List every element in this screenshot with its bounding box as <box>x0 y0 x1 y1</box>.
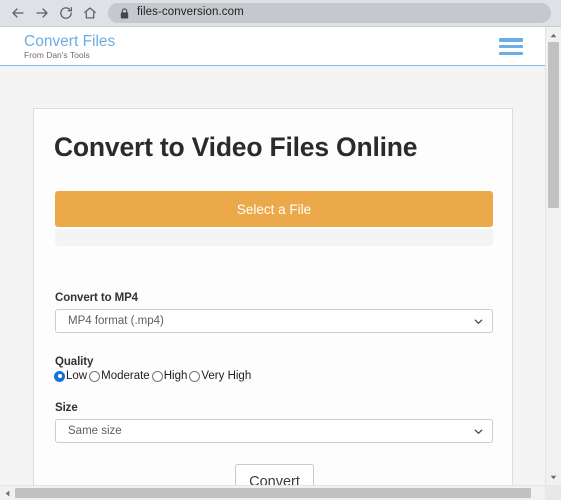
forward-arrow-icon <box>34 5 50 21</box>
quality-option-high[interactable]: High <box>151 370 188 382</box>
site-brand[interactable]: Convert Files From Dan's Tools <box>24 32 115 61</box>
forward-button[interactable] <box>30 1 54 25</box>
browser-window: files-conversion.com Convert Files From … <box>0 0 561 500</box>
horizontal-scrollbar-thumb[interactable] <box>15 488 531 498</box>
hamburger-bar <box>499 51 523 55</box>
format-select-value: MP4 format (.mp4) <box>68 315 164 327</box>
browser-toolbar: files-conversion.com <box>0 0 561 27</box>
hamburger-menu-icon[interactable] <box>499 38 523 55</box>
hamburger-bar <box>499 38 523 42</box>
selected-file-strip <box>55 229 493 246</box>
vertical-scrollbar[interactable] <box>545 27 561 485</box>
quality-option-label: High <box>163 370 188 382</box>
format-select[interactable]: MP4 format (.mp4) <box>55 309 493 333</box>
home-button[interactable] <box>78 1 102 25</box>
lock-icon <box>118 7 130 20</box>
quality-radio-group: Low Moderate High Very High <box>54 370 253 382</box>
scroll-left-arrow-icon[interactable] <box>0 486 15 500</box>
reload-button[interactable] <box>54 1 78 25</box>
quality-option-very-high[interactable]: Very High <box>189 370 251 382</box>
quality-option-label: Low <box>66 370 88 382</box>
size-select[interactable]: Same size <box>55 419 493 443</box>
page-viewport: Convert Files From Dan's Tools Convert t… <box>0 27 545 485</box>
quality-option-label: Moderate <box>101 370 150 382</box>
radio-icon <box>151 370 163 382</box>
scroll-up-arrow-icon[interactable] <box>546 27 561 43</box>
address-bar[interactable]: files-conversion.com <box>108 3 551 23</box>
brand-title: Convert Files <box>24 33 116 50</box>
vertical-scrollbar-thumb[interactable] <box>548 42 559 208</box>
radio-icon <box>89 370 101 382</box>
brand-subtitle: From Dan's Tools <box>24 50 90 60</box>
scrollbar-corner <box>545 485 561 500</box>
quality-option-low[interactable]: Low <box>54 370 87 382</box>
radio-icon <box>54 370 65 382</box>
hamburger-bar <box>499 44 523 49</box>
chevron-down-icon <box>473 316 484 327</box>
horizontal-scrollbar[interactable] <box>0 485 561 500</box>
size-select-value: Same size <box>68 425 122 437</box>
radio-icon <box>189 370 201 382</box>
reload-icon <box>58 5 74 21</box>
quality-option-label: Very High <box>201 370 252 382</box>
back-button[interactable] <box>6 1 30 25</box>
converter-card: Convert to Video Files Online Select a F… <box>33 108 513 485</box>
quality-label: Quality <box>55 356 94 368</box>
page-body: Convert to Video Files Online Select a F… <box>0 66 545 485</box>
quality-option-moderate[interactable]: Moderate <box>89 370 150 382</box>
page-title: Convert to Video Files Online <box>54 132 418 162</box>
select-file-button[interactable]: Select a File <box>55 191 493 227</box>
scroll-down-arrow-icon[interactable] <box>546 469 561 485</box>
format-label: Convert to MP4 <box>55 292 138 304</box>
size-label: Size <box>55 402 78 414</box>
chevron-down-icon <box>473 426 484 437</box>
back-arrow-icon <box>10 5 26 21</box>
convert-button[interactable]: Convert <box>235 464 314 485</box>
home-icon <box>82 5 98 21</box>
url-text: files-conversion.com <box>137 6 244 19</box>
site-header: Convert Files From Dan's Tools <box>0 27 545 66</box>
